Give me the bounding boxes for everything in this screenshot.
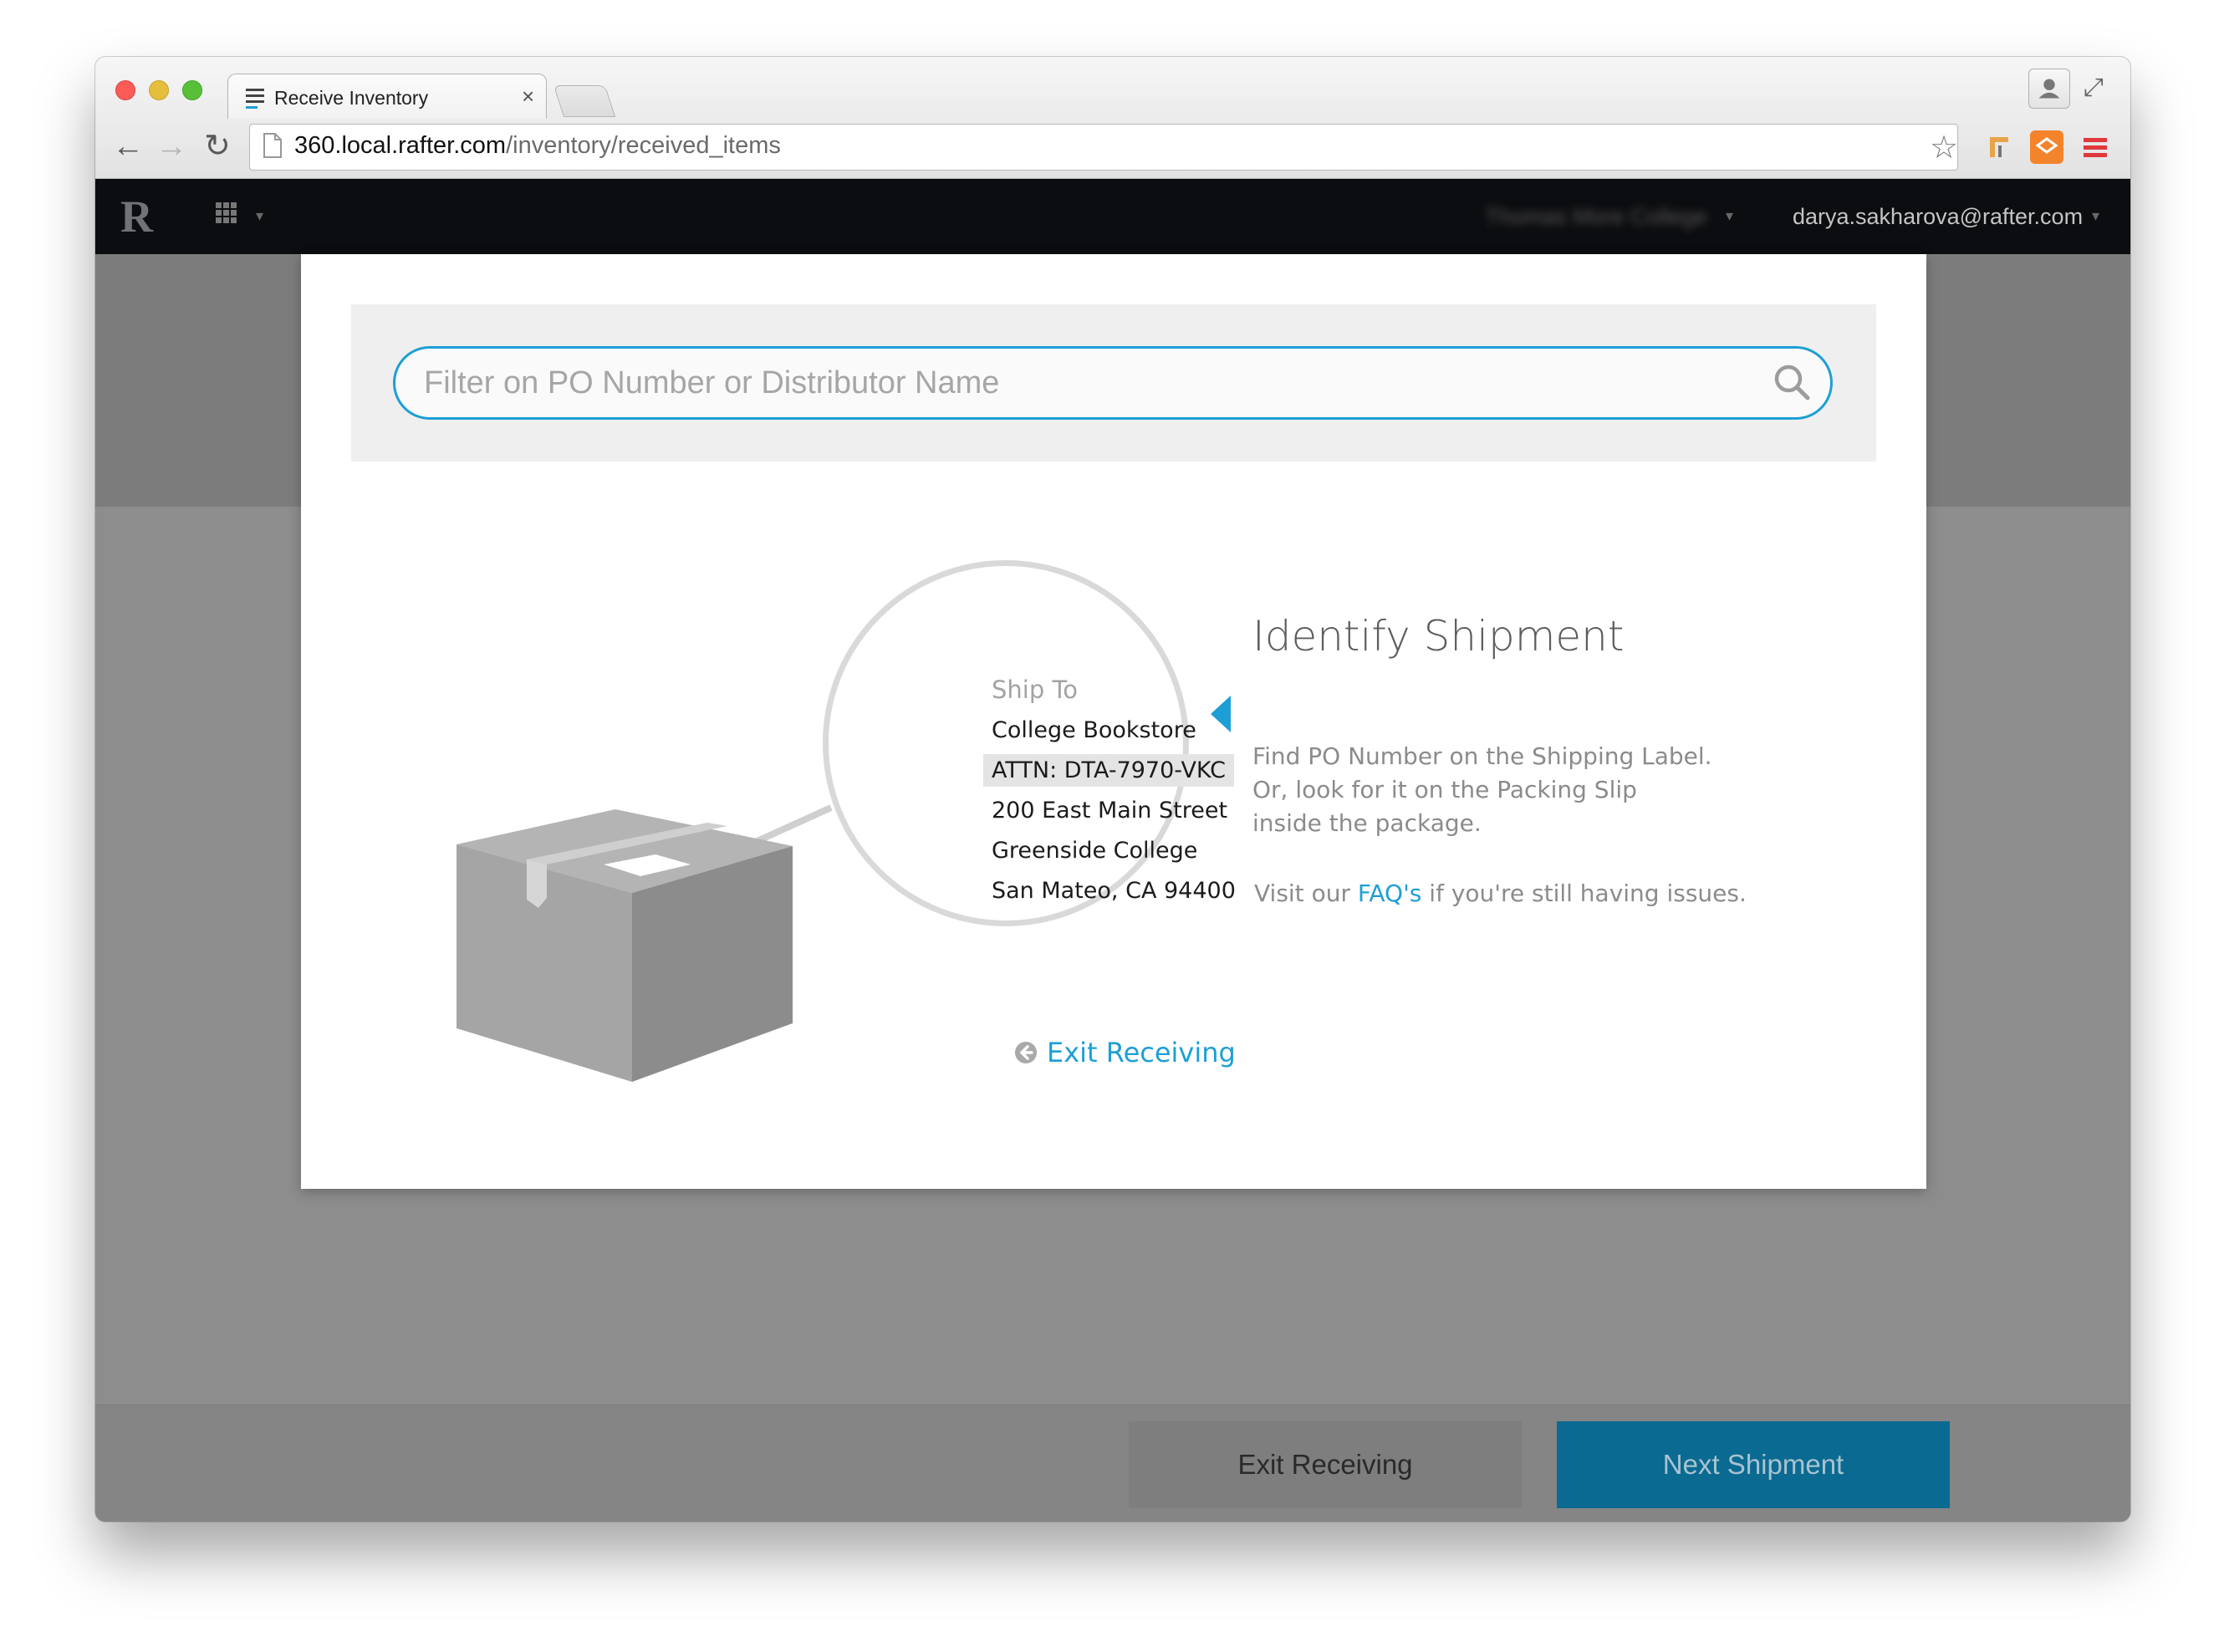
faq-prefix: Visit our [1254, 880, 1358, 907]
forward-icon[interactable]: → [156, 130, 187, 162]
back-icon[interactable]: ← [112, 130, 144, 162]
star-icon[interactable]: ☆ [1930, 129, 1958, 166]
new-tab-button[interactable] [553, 85, 616, 117]
exit-link-label: Exit Receiving [1047, 1037, 1236, 1068]
arrow-left-icon [1211, 696, 1231, 732]
search-input[interactable] [393, 346, 1833, 420]
instruction-line: Find PO Number on the Shipping Label. [1252, 742, 1712, 770]
tab-title: Receive Inventory [274, 87, 429, 109]
instruction-line: Or, look for it on the Packing Slip [1252, 776, 1637, 803]
profile-button[interactable] [2028, 69, 2070, 109]
window-close-button[interactable] [115, 80, 135, 100]
extension-icon[interactable] [2030, 130, 2063, 164]
identify-shipment-title: Identify Shipment [1252, 612, 1625, 660]
reload-icon[interactable]: ↻ [204, 130, 231, 162]
faq-suffix: if you're still having issues. [1421, 880, 1747, 907]
url-path: /inventory/received_items [506, 132, 781, 159]
url-text[interactable]: 360.local.rafter.com/inventory/received_… [294, 132, 781, 160]
search-icon[interactable] [1771, 361, 1813, 403]
label-line: College Bookstore [992, 717, 1196, 743]
label-line: Greenside College [992, 838, 1198, 864]
chevron-down-icon[interactable]: ▾ [1726, 207, 1733, 225]
user-menu[interactable]: darya.sakharova@rafter.com [1793, 204, 2083, 230]
circle-arrow-left-icon [1015, 1042, 1037, 1063]
close-icon[interactable]: × [522, 84, 534, 110]
page-icon [263, 133, 282, 158]
shipping-label-magnifier [823, 560, 1189, 926]
next-shipment-button[interactable]: Next Shipment [1557, 1421, 1950, 1508]
apps-grid-icon[interactable] [214, 201, 239, 226]
school-selector[interactable]: Thomas More College [1485, 204, 1707, 230]
chevron-down-icon[interactable]: ▾ [2092, 207, 2099, 225]
label-line-attn: ATTN: DTA-7970-VKC [983, 754, 1234, 787]
exit-receiving-button[interactable]: Exit Receiving [1129, 1421, 1522, 1508]
window-zoom-button[interactable] [182, 80, 202, 100]
document-icon [246, 89, 264, 109]
ship-to-heading: Ship To [992, 676, 1079, 704]
window-minimize-button[interactable] [149, 80, 169, 100]
layers-icon [2035, 137, 2058, 154]
label-line: San Mateo, CA 94400 [992, 878, 1236, 904]
user-icon [2038, 79, 2060, 99]
label-line: 200 East Main Street [992, 798, 1228, 823]
menu-icon[interactable] [2082, 135, 2109, 161]
faq-help-text: Visit our FAQ's if you're still having i… [1254, 880, 1747, 907]
rafter-logo[interactable]: R [120, 191, 153, 242]
ruler-extension-icon[interactable] [1987, 134, 2012, 159]
chevron-down-icon[interactable]: ▾ [256, 207, 263, 225]
expand-icon[interactable]: ⤢ [2084, 74, 2104, 102]
exit-receiving-link[interactable]: Exit Receiving [1013, 1037, 1236, 1068]
url-host: 360.local.rafter.com [294, 132, 507, 159]
faq-link[interactable]: FAQ's [1358, 880, 1422, 907]
browser-window: Receive Inventory × ⤢ ← → ↻ 360.local.ra… [95, 57, 2130, 1522]
instruction-line: inside the package. [1252, 809, 1482, 837]
